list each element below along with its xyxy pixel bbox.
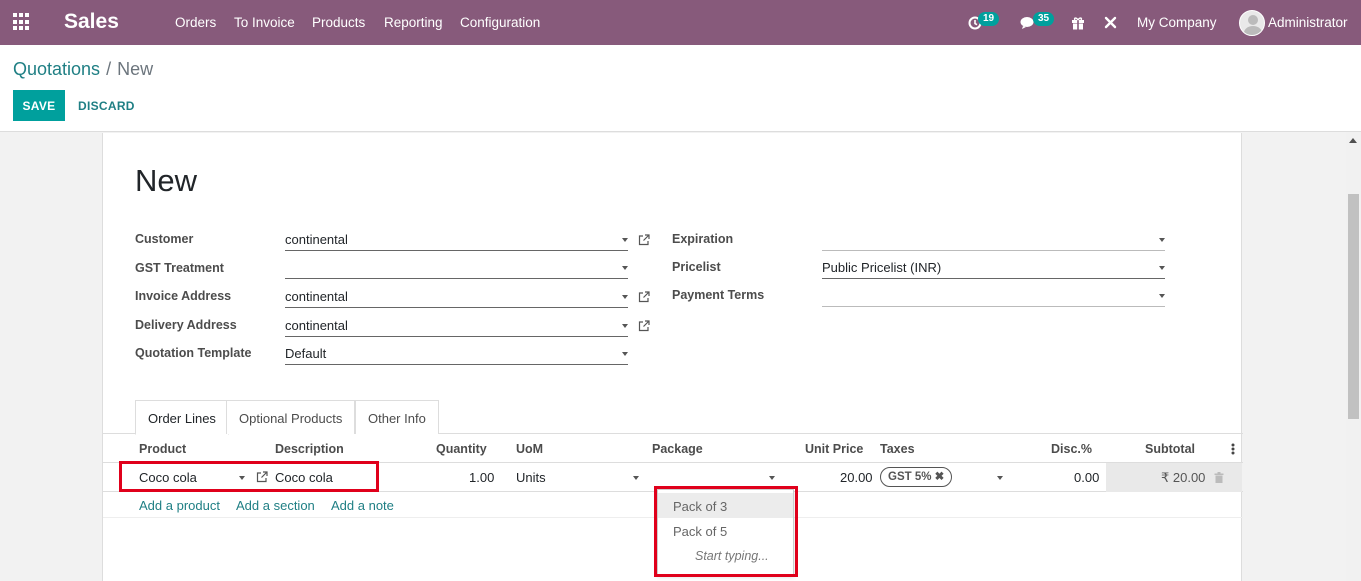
gst-treatment-field[interactable]	[285, 257, 628, 279]
add-product-link[interactable]: Add a product	[139, 498, 220, 513]
tab-optional-products[interactable]: Optional Products	[226, 400, 356, 434]
expiration-field[interactable]	[822, 229, 1165, 251]
header-uom[interactable]: UoM	[516, 442, 543, 456]
header-taxes[interactable]: Taxes	[880, 442, 915, 456]
save-button[interactable]: SAVE	[13, 90, 65, 121]
breadcrumb-quotations[interactable]: Quotations	[13, 59, 100, 79]
tax-tag: GST 5% ✖	[880, 467, 953, 487]
delivery-address-value: continental	[285, 318, 348, 333]
breadcrumb-current: New	[117, 59, 154, 79]
debug-tools[interactable]	[1104, 0, 1117, 45]
chevron-down-icon	[1159, 266, 1165, 270]
payment-terms-label: Payment Terms	[672, 288, 765, 302]
control-panel: Quotations / New SAVE DISCARD	[0, 45, 1361, 132]
message-badge: 35	[1033, 12, 1055, 26]
chevron-down-icon	[622, 295, 628, 299]
add-section-link[interactable]: Add a section	[236, 498, 315, 513]
user-name: Administrator	[1268, 15, 1348, 30]
chevron-down-icon	[1159, 294, 1165, 298]
notebook-tabs: Order Lines Optional Products Other Info	[103, 400, 1243, 435]
expiration-label: Expiration	[672, 232, 734, 246]
trash-icon[interactable]	[1214, 472, 1224, 483]
header-unit-price[interactable]: Unit Price	[805, 442, 863, 456]
header-description[interactable]: Description	[275, 442, 344, 456]
gst-treatment-label: GST Treatment	[135, 261, 224, 275]
quotation-template-field[interactable]: Default	[285, 343, 628, 365]
row-subtotal: ₹ 20.00	[1161, 470, 1206, 485]
chevron-down-icon	[622, 266, 628, 270]
product-highlight-box	[119, 461, 379, 492]
customer-label: Customer	[135, 232, 194, 246]
menu-to-invoice[interactable]: To Invoice	[234, 15, 295, 30]
chevron-down-icon	[622, 352, 628, 356]
chevron-down-icon	[622, 238, 628, 242]
chevron-down-icon[interactable]	[633, 476, 639, 480]
menu-products[interactable]: Products	[312, 15, 365, 30]
external-link-icon[interactable]	[638, 320, 650, 332]
delivery-address-field[interactable]: continental	[285, 315, 628, 337]
header-discount[interactable]: Disc.%	[1051, 442, 1092, 456]
app-brand: Sales	[64, 10, 119, 33]
external-link-icon[interactable]	[638, 234, 650, 246]
invoice-address-field[interactable]: continental	[285, 286, 628, 308]
menu-orders[interactable]: Orders	[175, 15, 216, 30]
gift-icon	[1072, 16, 1084, 30]
subtotal-cell: ₹ 20.00	[1106, 463, 1242, 492]
chevron-down-icon	[622, 324, 628, 328]
customer-value: continental	[285, 232, 348, 247]
tab-other-info[interactable]: Other Info	[355, 400, 439, 434]
scroll-thumb[interactable]	[1348, 194, 1359, 419]
column-options-icon[interactable]	[1231, 443, 1235, 455]
delivery-address-label: Delivery Address	[135, 318, 237, 332]
header-package[interactable]: Package	[652, 442, 703, 456]
quotation-template-label: Quotation Template	[135, 346, 252, 360]
row-uom[interactable]: Units	[516, 470, 546, 485]
chevron-down-icon[interactable]	[769, 476, 775, 480]
quotation-template-value: Default	[285, 346, 327, 361]
remove-tax-icon[interactable]: ✖	[935, 471, 945, 483]
discard-button[interactable]: DISCARD	[71, 90, 142, 121]
invoice-address-label: Invoice Address	[135, 289, 232, 303]
chevron-down-icon[interactable]	[997, 476, 1003, 480]
menu-reporting[interactable]: Reporting	[384, 15, 443, 30]
pricelist-value: Public Pricelist (INR)	[822, 260, 942, 275]
customer-field[interactable]: continental	[285, 229, 628, 251]
breadcrumb: Quotations / New	[13, 59, 153, 80]
row-discount[interactable]: 0.00	[1074, 470, 1099, 485]
tab-order-lines[interactable]: Order Lines	[135, 400, 229, 435]
tools-icon	[1104, 16, 1117, 29]
avatar	[1239, 9, 1265, 36]
scrollbar[interactable]	[1346, 132, 1361, 581]
pricelist-field[interactable]: Public Pricelist (INR)	[822, 257, 1165, 279]
company-switcher[interactable]: My Company	[1137, 0, 1217, 45]
header-quantity[interactable]: Quantity	[436, 442, 487, 456]
external-link-icon[interactable]	[638, 291, 650, 303]
chevron-down-icon	[1159, 238, 1165, 242]
row-quantity[interactable]: 1.00	[469, 470, 494, 485]
payment-terms-field[interactable]	[822, 285, 1165, 307]
apps-menu-icon[interactable]	[13, 13, 31, 31]
breadcrumb-separator: /	[106, 59, 112, 79]
add-note-link[interactable]: Add a note	[331, 498, 394, 513]
scroll-up-icon[interactable]	[1349, 138, 1357, 143]
header-subtotal[interactable]: Subtotal	[1145, 442, 1195, 456]
invoice-address-value: continental	[285, 289, 348, 304]
user-menu[interactable]: Administrator	[1239, 0, 1348, 45]
package-highlight-box	[654, 486, 798, 577]
order-lines-header: Product Description Quantity UoM Package…	[103, 435, 1243, 463]
row-unit-price[interactable]: 20.00	[840, 470, 873, 485]
activity-badge: 19	[978, 12, 1000, 26]
header-product[interactable]: Product	[139, 442, 186, 456]
page-title: New	[135, 163, 198, 198]
pricelist-label: Pricelist	[672, 260, 721, 274]
top-navbar: Sales Orders To Invoice Products Reporti…	[0, 0, 1361, 45]
gift-menu[interactable]	[1071, 0, 1085, 45]
menu-configuration[interactable]: Configuration	[460, 15, 540, 30]
tax-tag-label: GST 5%	[888, 471, 932, 483]
